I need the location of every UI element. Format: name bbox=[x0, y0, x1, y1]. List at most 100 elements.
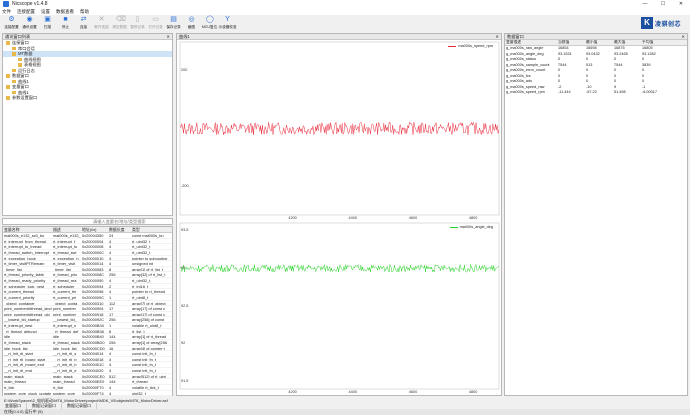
toolbar-icon: ■ bbox=[63, 16, 68, 23]
table-cell: _object_conta bbox=[53, 300, 78, 306]
legend-swatch bbox=[449, 226, 458, 228]
angle-chart[interactable]: 4200 4400 4600 4800 93.5 93 92.5 92 91.5 ma000s_a… bbox=[177, 221, 501, 395]
x-tick-label: 4200 bbox=[288, 216, 297, 220]
toolbar-button-0[interactable]: ⚙ 连接配置 bbox=[3, 15, 20, 32]
tree-item[interactable]: 参数设置窗口 bbox=[3, 95, 172, 101]
tree-item-label: 运行日志 bbox=[18, 67, 35, 73]
toolbar-button-10[interactable]: ◎ 截图 bbox=[183, 15, 200, 32]
minimize-icon[interactable]: — bbox=[636, 0, 654, 8]
menu-connection[interactable]: 连接配置 bbox=[17, 9, 35, 15]
toolbar-button-12[interactable]: Y 示波器校准 bbox=[219, 15, 237, 32]
table-cell: rt_thread_stack bbox=[4, 339, 31, 345]
table-cell: array[17] of const c bbox=[132, 306, 166, 311]
toolbar-button-6[interactable]: ⌫ 清空数据 bbox=[111, 15, 128, 32]
table-cell: print_number##thread_kind bbox=[4, 306, 52, 311]
table-cell: 0x2000401C bbox=[82, 362, 105, 367]
toolbar-label: 停止 bbox=[61, 25, 70, 29]
toolbar-icon: ▭ bbox=[152, 16, 159, 23]
table-cell: rt_interrupt_f bbox=[53, 238, 76, 244]
table-cell: array[17] of const c bbox=[132, 311, 166, 317]
close-icon[interactable]: ✕ bbox=[672, 0, 690, 8]
toolbar-button-7[interactable]: ▯ 暂停记录 bbox=[129, 15, 146, 32]
logo-name: 凌骐创芯 bbox=[655, 21, 682, 28]
table-cell: 2 bbox=[109, 283, 112, 289]
maximize-icon[interactable]: ☐ bbox=[654, 0, 672, 8]
table-cell: 0x20000010 bbox=[82, 255, 104, 261]
legend: ma000s_speed_rpm bbox=[448, 44, 493, 48]
table-cell: rt_timer_visit bbox=[53, 261, 76, 266]
table-cell: __rt_init_rti_board_end bbox=[4, 362, 45, 367]
close-icon[interactable]: ✕ bbox=[495, 34, 499, 39]
table-cell: 0x20000014 bbox=[82, 261, 104, 266]
col-name[interactable]: 变量名称 bbox=[3, 227, 52, 232]
table-cell: 112 bbox=[109, 300, 116, 306]
toolbar-button-4[interactable]: ⇄ 连接 bbox=[75, 15, 92, 32]
menu-settings[interactable]: 设置 bbox=[41, 9, 50, 15]
close-icon[interactable]: ✕ bbox=[166, 34, 170, 39]
variable-search-input[interactable]: 请输入变量名/地址/类型搜索 bbox=[2, 218, 173, 225]
legend: ma000s_angle_deg bbox=[449, 225, 493, 229]
toolbar-button-5[interactable]: ✕ 断开连接 bbox=[93, 15, 110, 32]
table-cell: 0x2000000C bbox=[82, 249, 105, 255]
plot-svg[interactable] bbox=[177, 221, 501, 395]
table-cell: __rt_init_rti_b bbox=[53, 362, 77, 367]
table-cell: 4 bbox=[109, 351, 112, 356]
data-row[interactable]: g_ma000s_speed_rpm -11.444 -57.22 51.498 -6.… bbox=[505, 90, 687, 96]
table-cell: 16 bbox=[109, 345, 114, 351]
table-cell: 0x2000009C bbox=[82, 294, 105, 300]
close-icon[interactable]: ✕ bbox=[681, 34, 685, 39]
table-cell: __lowest_tid_startup bbox=[4, 317, 40, 322]
table-cell: array[32] of rt_list_t bbox=[132, 272, 166, 277]
table-cell: idle bbox=[53, 334, 60, 339]
table-cell: _rt_thread_def bbox=[53, 328, 79, 334]
speed-chart[interactable]: 4200 4400 4600 4800 200 -200 ma000s_speed_rpm bbox=[177, 40, 501, 221]
table-cell: mai000s_e132_ bbox=[53, 233, 81, 238]
table-cell: 0x2000008C bbox=[82, 272, 105, 277]
table-cell: rt_interrupt_from_thread bbox=[4, 238, 46, 244]
data-table-body: g_ma000s_raw_angle 16854 16698 16875 16805 g_… bbox=[505, 46, 687, 96]
toolbar-button-9[interactable]: ▤ 保存记录 bbox=[165, 15, 182, 32]
table-cell: rt_list_t bbox=[132, 328, 145, 334]
table-cell: rt_current_pri bbox=[53, 294, 77, 300]
legend-swatch bbox=[448, 45, 457, 47]
table-cell: 0x20000310 bbox=[82, 300, 104, 306]
toolbar-button-1[interactable]: ◉ 通讯设置 bbox=[21, 15, 38, 32]
col-desc[interactable]: 描述 bbox=[52, 227, 81, 232]
table-cell: __rt_init_rti_start bbox=[4, 351, 33, 356]
toolbar-label: 截图 bbox=[187, 25, 196, 29]
tree-item-label: 连接窗口 bbox=[12, 40, 29, 45]
table-cell: 144 bbox=[109, 334, 116, 339]
col-avg: 平均值 bbox=[642, 40, 654, 44]
toolbar-icon: ◯ bbox=[206, 16, 214, 23]
tree-item-label: 曲线视图 bbox=[24, 56, 41, 62]
table-cell: 17 bbox=[109, 306, 114, 311]
window-controls: — ☐ ✕ bbox=[636, 0, 690, 8]
panel-header: 通讯窗口列表 ✕ bbox=[3, 34, 172, 40]
table-cell: 0x20000BD0 bbox=[82, 339, 105, 345]
col-address[interactable]: 地址(0x) bbox=[81, 227, 108, 232]
col-type[interactable]: 类型 bbox=[131, 227, 172, 232]
table-cell: volatile rt_tick_t bbox=[132, 384, 159, 390]
table-cell: system_core_clock_update bbox=[4, 390, 52, 396]
toolbar-button-11[interactable]: ◯ MCU复位 bbox=[201, 15, 218, 32]
data-cell: -6.00017 bbox=[642, 90, 657, 94]
data-cell: g_ma000s_speed_rpm bbox=[506, 90, 545, 94]
table-cell: rt_timer_visitPTRemain bbox=[4, 261, 45, 266]
toolbar-button-3[interactable]: ■ 停止 bbox=[57, 15, 74, 32]
x-tick-label: 4600 bbox=[408, 390, 418, 394]
table-cell: print_number##thread_obj bbox=[4, 311, 50, 317]
col-length[interactable]: 数据长度 bbox=[108, 227, 131, 232]
plot-svg[interactable] bbox=[177, 40, 501, 221]
tree-item-label: MT数据 bbox=[18, 51, 33, 56]
menu-view[interactable]: 数据查看 bbox=[56, 9, 74, 15]
table-cell: rt_thread_swi bbox=[53, 249, 77, 255]
table-cell: 17 bbox=[109, 311, 114, 317]
toolbar-button-8[interactable]: ▭ 打开记录 bbox=[147, 15, 164, 32]
menu-help[interactable]: 帮助 bbox=[80, 9, 89, 15]
table-row[interactable]: system_core_clock_update system_core_ 0x20… bbox=[3, 391, 172, 397]
table-cell: 0x20000EE0 bbox=[82, 379, 105, 384]
toolbar-icon: ◎ bbox=[188, 16, 195, 23]
toolbar-button-2[interactable]: ▣ 扫描 bbox=[39, 15, 56, 32]
menu-file[interactable]: 文件 bbox=[2, 9, 11, 15]
table-cell: 1 bbox=[109, 294, 112, 300]
